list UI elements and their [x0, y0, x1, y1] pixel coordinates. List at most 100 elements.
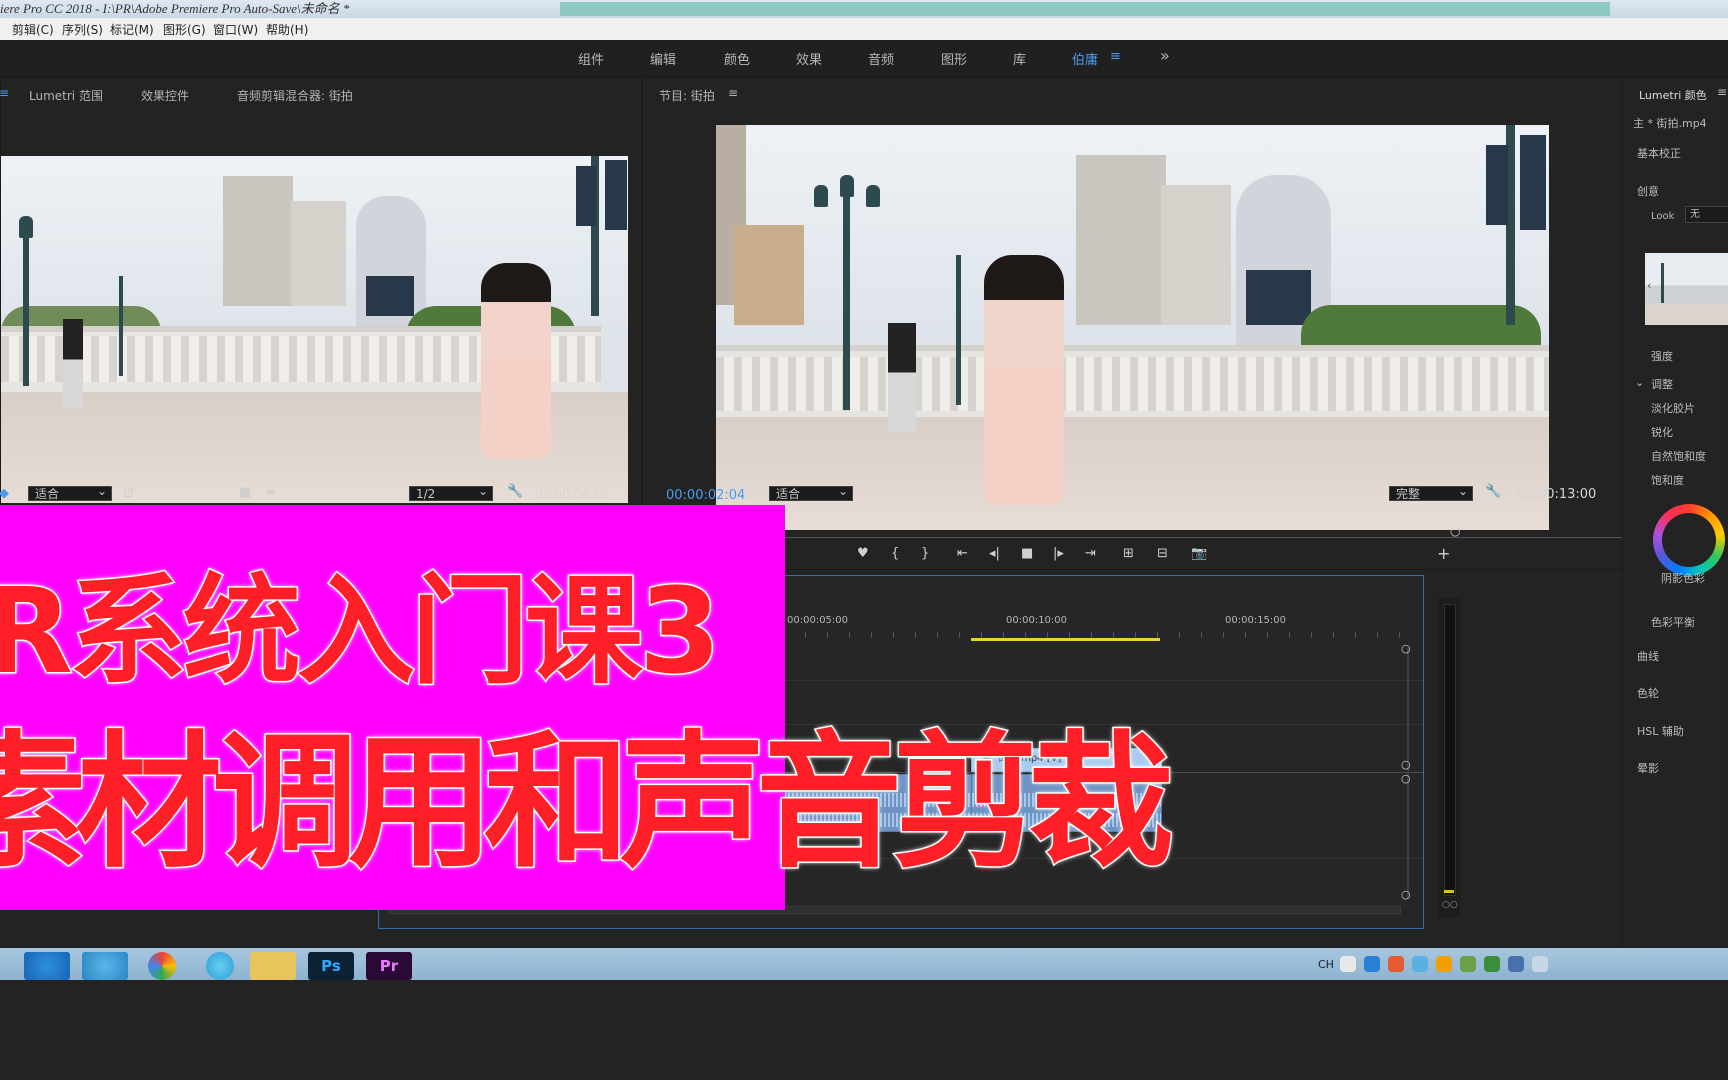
title-bar-highlight — [560, 2, 1610, 16]
step-back-icon[interactable]: ◂| — [989, 547, 1000, 561]
lumetri-title[interactable]: Lumetri 颜色 — [1639, 87, 1707, 103]
tray-qq-icon[interactable] — [1436, 956, 1452, 972]
photoshop-taskbar-icon[interactable]: Ps — [308, 952, 354, 980]
lumetri-vignette[interactable]: 晕影 — [1637, 760, 1659, 776]
program-quality-dropdown[interactable]: 完整 — [1389, 484, 1473, 501]
tray-app-icon[interactable] — [1388, 956, 1404, 972]
source-video-frame — [1, 156, 628, 503]
shadow-tint-color-wheel[interactable] — [1653, 504, 1725, 576]
lumetri-menu-icon[interactable]: ≡ — [1717, 85, 1727, 99]
program-scrubber[interactable] — [785, 527, 1653, 538]
premiere-taskbar-icon[interactable]: Pr — [366, 952, 412, 980]
sogou-taskbar-icon[interactable] — [206, 952, 234, 980]
folder-taskbar-icon[interactable] — [250, 952, 296, 980]
timeline-tick-5s: 00:00:05:00 — [787, 615, 849, 626]
source-resolution-dropdown[interactable]: 1/2 — [409, 484, 493, 501]
tray-cloud-icon[interactable] — [1412, 956, 1428, 972]
program-settings-wrench-icon[interactable]: 🔧 — [1485, 485, 1501, 499]
scroll-handle-top[interactable]: ○ — [1401, 642, 1411, 656]
tray-network-icon[interactable] — [1364, 956, 1380, 972]
menu-marker[interactable]: 标记(M) — [110, 21, 154, 38]
lumetri-creative[interactable]: 创意 — [1637, 183, 1659, 199]
scroll-handle-bottom[interactable]: ○ — [1401, 888, 1411, 902]
tray-volume-icon[interactable] — [1532, 956, 1548, 972]
stop-playback-icon[interactable]: ■ — [1021, 547, 1033, 561]
workspace-editing[interactable]: 编辑 — [650, 49, 676, 68]
mark-out-icon[interactable]: } — [921, 547, 929, 561]
adjust-chevron-icon[interactable]: ⌄ — [1635, 376, 1644, 389]
lumetri-sharpen[interactable]: 锐化 — [1651, 424, 1673, 440]
lumetri-faded-film[interactable]: 淡化胶片 — [1651, 400, 1695, 416]
lumetri-look-dropdown[interactable]: 无 — [1685, 206, 1728, 223]
menu-window[interactable]: 窗口(W) — [213, 21, 258, 38]
chrome-taskbar-icon[interactable] — [148, 952, 176, 980]
ie-taskbar-icon[interactable] — [24, 952, 70, 980]
lumetri-color-wheels[interactable]: 色轮 — [1637, 685, 1659, 701]
program-fit-dropdown[interactable]: 适合 — [769, 484, 853, 501]
program-current-timecode[interactable]: 00:00:02:04 — [666, 488, 745, 503]
lumetri-curves[interactable]: 曲线 — [1637, 648, 1659, 664]
extract-icon[interactable]: ⊟ — [1157, 547, 1168, 561]
lumetri-saturation[interactable]: 饱和度 — [1651, 472, 1684, 488]
lumetri-color-balance: 色彩平衡 — [1651, 616, 1695, 629]
title-overlay-card: R系统入门课3 素材调用和声音剪裁 — [0, 505, 1176, 910]
go-to-out-icon[interactable]: ⇥ — [1085, 547, 1096, 561]
workspace-libraries[interactable]: 库 — [1013, 49, 1026, 68]
workspace-effects[interactable]: 效果 — [796, 49, 822, 68]
button-editor-plus-icon[interactable]: + — [1437, 546, 1450, 562]
window-title: iere Pro CC 2018 - I:\PR\Adobe Premiere … — [0, 1, 350, 16]
lumetri-look-preview[interactable]: ‹ — [1645, 253, 1728, 325]
settings-wrench-icon[interactable]: 🔧 — [507, 485, 523, 499]
input-language-indicator[interactable]: CH — [1318, 958, 1334, 971]
tab-audio-clip-mixer[interactable]: 音频剪辑混合器: 街拍 — [237, 87, 353, 104]
lumetri-adjust-section[interactable]: 调整 — [1651, 376, 1673, 392]
overlay-title-line1: R系统入门课3 — [0, 561, 722, 702]
workspace-overflow-button[interactable]: » — [1160, 46, 1170, 65]
source-fit-dropdown[interactable]: 适合 — [28, 484, 112, 501]
menu-sequence[interactable]: 序列(S) — [62, 21, 103, 38]
program-panel-menu-icon[interactable]: ≡ — [728, 86, 738, 100]
insert-icon[interactable]: ⇼ — [265, 486, 276, 500]
timeline-tick-15s: 00:00:15:00 — [1225, 615, 1287, 626]
menu-bar: 剪辑(C) 序列(S) 标记(M) 图形(G) 窗口(W) 帮助(H) — [0, 18, 1728, 40]
workspace-graphics[interactable]: 图形 — [941, 49, 967, 68]
add-marker-icon[interactable]: ♥ — [857, 547, 869, 561]
tab-menu-icon[interactable]: ≡ — [0, 86, 9, 100]
menu-graphics[interactable]: 图形(G) — [163, 21, 206, 38]
workspace-assembly[interactable]: 组件 — [578, 49, 604, 68]
tray-wechat-icon[interactable] — [1484, 956, 1500, 972]
program-panel-title[interactable]: 节目: 街拍 — [659, 87, 715, 104]
lumetri-hsl-secondary[interactable]: HSL 辅助 — [1637, 723, 1684, 739]
tray-nvidia-icon[interactable] — [1460, 956, 1476, 972]
tab-lumetri-scopes[interactable]: Lumetri 范围 — [29, 87, 103, 104]
browser-taskbar-icon[interactable] — [82, 952, 128, 980]
lumetri-shadow-tint-label: 阴影色彩 — [1661, 572, 1705, 585]
program-video-frame — [716, 125, 1549, 530]
tray-keyboard-icon[interactable] — [1340, 956, 1356, 972]
work-area-bar[interactable] — [971, 638, 1160, 641]
export-frame-icon[interactable]: ⊡ — [123, 487, 134, 501]
scroll-handle[interactable]: ○ — [1401, 758, 1411, 772]
step-forward-icon[interactable]: |▸ — [1053, 547, 1064, 561]
workspace-custom-active[interactable]: 伯庸 — [1072, 49, 1098, 68]
solo-buttons-icon[interactable]: ○○ — [1442, 900, 1458, 910]
tab-effect-controls[interactable]: 效果控件 — [141, 87, 189, 104]
lumetri-clip-selector[interactable]: 主 * 街拍.mp4 — [1633, 115, 1707, 131]
menu-clip[interactable]: 剪辑(C) — [12, 21, 54, 38]
look-prev-icon[interactable]: ‹ — [1647, 279, 1651, 292]
workspace-menu-icon[interactable]: ≡ — [1110, 49, 1121, 64]
menu-help[interactable]: 帮助(H) — [266, 21, 308, 38]
workspace-audio[interactable]: 音频 — [868, 49, 894, 68]
lift-icon[interactable]: ⊞ — [1123, 547, 1134, 561]
lumetri-basic-correction[interactable]: 基本校正 — [1637, 145, 1681, 161]
stop-icon[interactable]: ■ — [239, 486, 251, 500]
export-frame-camera-icon[interactable]: 📷 — [1191, 547, 1207, 561]
tray-monitor-icon[interactable] — [1508, 956, 1524, 972]
lumetri-vibrance[interactable]: 自然饱和度 — [1651, 448, 1706, 464]
scroll-handle[interactable]: ○ — [1401, 772, 1411, 786]
workspace-color[interactable]: 颜色 — [724, 49, 750, 68]
scrubber-end-handle[interactable]: ○ — [1450, 524, 1460, 538]
go-to-in-icon[interactable]: ⇤ — [957, 547, 968, 561]
program-duration-timecode: 00:00:13:00 — [1517, 487, 1597, 502]
mark-in-icon[interactable]: { — [891, 547, 899, 561]
